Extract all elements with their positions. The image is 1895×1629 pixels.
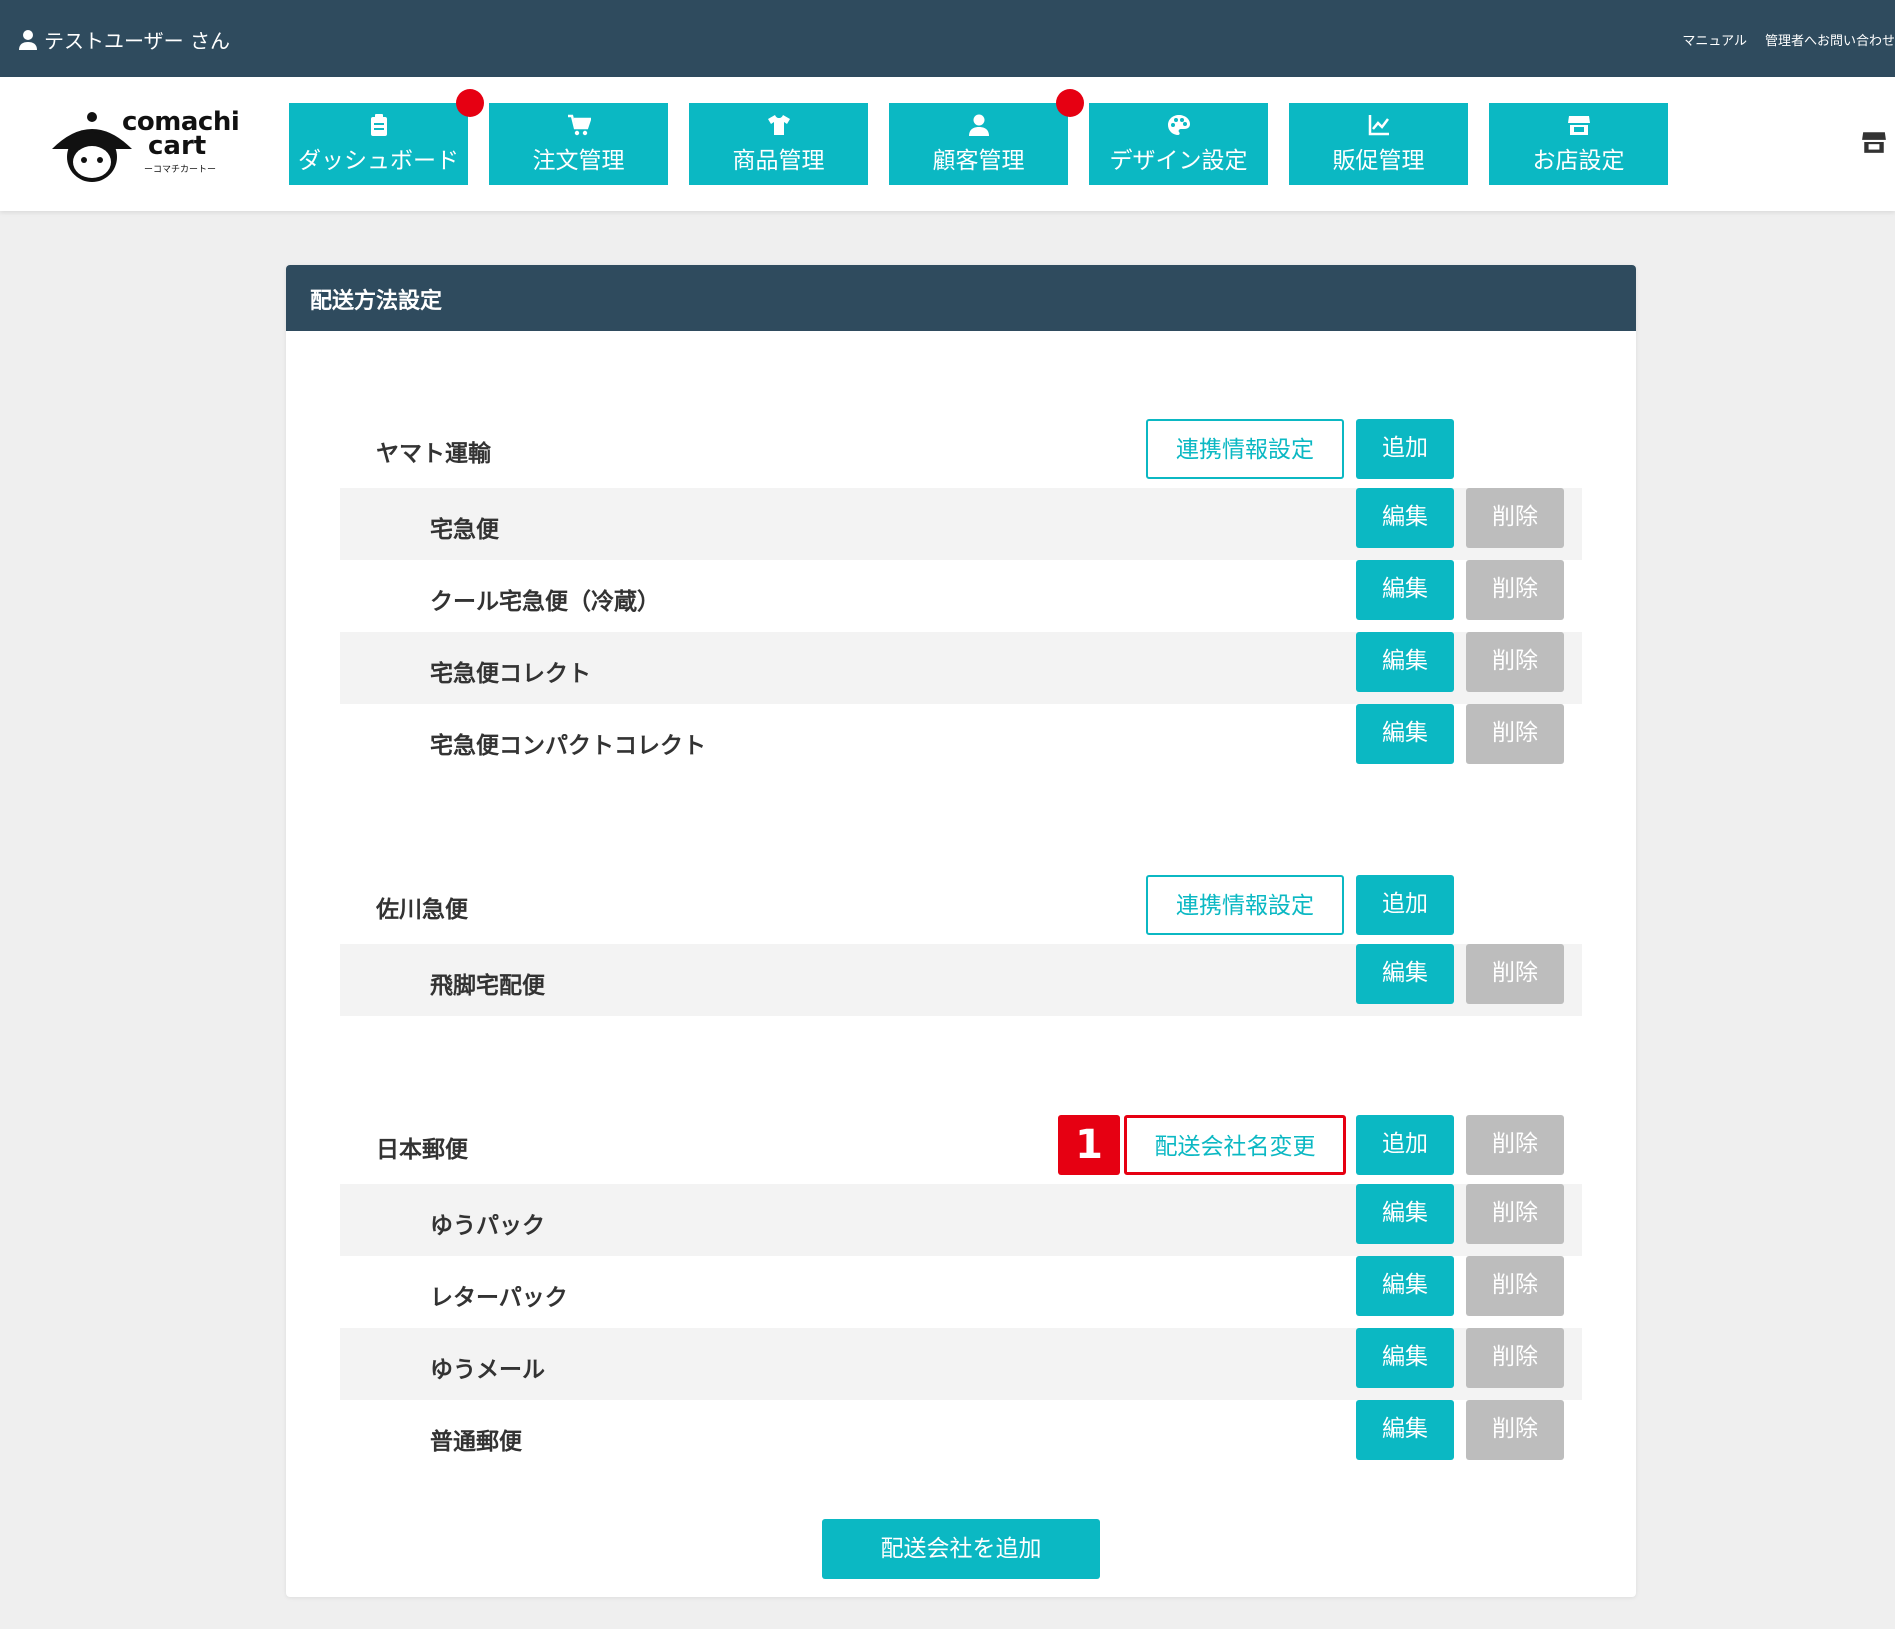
clipboard-icon — [370, 114, 387, 136]
method-name: 普通郵便 — [430, 1429, 522, 1455]
carrier-section-japan-post: 日本郵便 1 配送会社名変更 追加 削除 ゆうパック 編集 削除 レターパック … — [340, 1106, 1582, 1472]
nav-dashboard[interactable]: ダッシュボード — [289, 89, 484, 185]
top-bar: テストユーザー さん マニュアル 管理者へお問い合わせ — [0, 0, 1895, 77]
edit-button[interactable]: 編集 — [1356, 704, 1454, 764]
method-name: 宅急便コレクト — [430, 661, 591, 687]
delete-button[interactable]: 削除 — [1466, 488, 1564, 548]
method-row: ゆうパック 編集 削除 — [340, 1184, 1582, 1256]
chart-line-icon — [1368, 115, 1389, 136]
delete-button[interactable]: 削除 — [1466, 1400, 1564, 1460]
rename-carrier-button[interactable]: 配送会社名変更 — [1124, 1115, 1346, 1175]
delete-button[interactable]: 削除 — [1466, 560, 1564, 620]
method-row: 宅急便コレクト 編集 削除 — [340, 632, 1582, 704]
carrier-section-sagawa: 佐川急便 連携情報設定 追加 飛脚宅配便 編集 削除 — [340, 866, 1582, 1016]
notification-dot — [456, 89, 484, 117]
nav-label: 顧客管理 — [932, 148, 1025, 174]
step-marker: 1 — [1058, 1115, 1120, 1175]
nav-shop-settings[interactable]: お店設定 — [1489, 103, 1668, 185]
carrier-name: 日本郵便 — [376, 1137, 468, 1163]
delete-button[interactable]: 削除 — [1466, 944, 1564, 1004]
add-method-button[interactable]: 追加 — [1356, 1115, 1454, 1175]
method-name: 宅急便 — [430, 517, 499, 543]
add-method-button[interactable]: 追加 — [1356, 419, 1454, 479]
carrier-name: ヤマト運輸 — [376, 441, 491, 467]
logo[interactable]: comachi cart ーコマチカートー — [50, 107, 240, 187]
cart-icon — [567, 114, 591, 136]
method-row: 宅急便コンパクトコレクト 編集 削除 — [340, 704, 1582, 776]
nav-orders[interactable]: 注文管理 — [489, 103, 668, 185]
nav-label: 注文管理 — [532, 148, 625, 174]
carrier-section-yamato: ヤマト運輸 連携情報設定 追加 宅急便 編集 削除 クール宅急便（冷蔵） 編集 … — [340, 410, 1582, 776]
integration-settings-button[interactable]: 連携情報設定 — [1146, 875, 1344, 935]
nav-label: ダッシュボード — [298, 148, 459, 174]
delete-carrier-button[interactable]: 削除 — [1466, 1115, 1564, 1175]
edit-button[interactable]: 編集 — [1356, 1184, 1454, 1244]
user-icon — [19, 29, 37, 50]
nav-design[interactable]: デザイン設定 — [1089, 103, 1268, 185]
delete-button[interactable]: 削除 — [1466, 1256, 1564, 1316]
method-row: クール宅急便（冷蔵） 編集 削除 — [340, 560, 1582, 632]
manual-link[interactable]: マニュアル — [1682, 30, 1747, 49]
method-row: レターパック 編集 削除 — [340, 1256, 1582, 1328]
add-carrier-button[interactable]: 配送会社を追加 — [822, 1519, 1100, 1579]
shipping-settings-panel: 配送方法設定 ヤマト運輸 連携情報設定 追加 宅急便 編集 削除 クール宅急便（… — [286, 265, 1636, 1597]
delete-button[interactable]: 削除 — [1466, 704, 1564, 764]
delete-button[interactable]: 削除 — [1466, 1184, 1564, 1244]
logo-tagline: ーコマチカートー — [144, 165, 217, 175]
add-method-button[interactable]: 追加 — [1356, 875, 1454, 935]
panel-title: 配送方法設定 — [286, 265, 1636, 331]
main-nav: ダッシュボード 注文管理 商品管理 顧客管理 デザイン設定 販促管理 お店設定 — [289, 89, 1668, 185]
palette-icon — [1167, 115, 1190, 135]
method-row: 飛脚宅配便 編集 削除 — [340, 944, 1582, 1016]
method-row: 宅急便 編集 削除 — [340, 488, 1582, 560]
store-icon — [1567, 116, 1590, 135]
nav-label: 販促管理 — [1332, 148, 1425, 174]
contact-admin-link[interactable]: 管理者へお問い合わせ — [1765, 30, 1895, 49]
method-name: クール宅急便（冷蔵） — [430, 589, 660, 615]
nav-label: デザイン設定 — [1109, 148, 1248, 174]
logo-text-cart: cart — [148, 131, 207, 161]
delete-button[interactable]: 削除 — [1466, 632, 1564, 692]
tshirt-icon — [767, 115, 790, 135]
method-name: 飛脚宅配便 — [430, 973, 545, 999]
nav-promotion[interactable]: 販促管理 — [1289, 103, 1468, 185]
delete-button[interactable]: 削除 — [1466, 1328, 1564, 1388]
method-row: 普通郵便 編集 削除 — [340, 1400, 1582, 1472]
carrier-name: 佐川急便 — [376, 897, 468, 923]
method-row: ゆうメール 編集 削除 — [340, 1328, 1582, 1400]
method-name: レターパック — [430, 1285, 568, 1311]
header: comachi cart ーコマチカートー ダッシュボード 注文管理 商品管理 … — [0, 77, 1895, 211]
edit-button[interactable]: 編集 — [1356, 560, 1454, 620]
integration-settings-button[interactable]: 連携情報設定 — [1146, 419, 1344, 479]
method-name: 宅急便コンパクトコレクト — [430, 733, 706, 759]
edit-button[interactable]: 編集 — [1356, 944, 1454, 1004]
nav-label: 商品管理 — [732, 148, 825, 174]
storefront-icon[interactable] — [1861, 129, 1887, 155]
edit-button[interactable]: 編集 — [1356, 632, 1454, 692]
user-menu[interactable]: テストユーザー さん — [18, 25, 230, 54]
edit-button[interactable]: 編集 — [1356, 1328, 1454, 1388]
nav-customers[interactable]: 顧客管理 — [889, 89, 1084, 185]
notification-dot — [1056, 89, 1084, 117]
edit-button[interactable]: 編集 — [1356, 1256, 1454, 1316]
edit-button[interactable]: 編集 — [1356, 488, 1454, 548]
user-icon — [968, 114, 989, 136]
nav-label: お店設定 — [1532, 148, 1625, 174]
method-name: ゆうメール — [430, 1357, 545, 1383]
edit-button[interactable]: 編集 — [1356, 1400, 1454, 1460]
method-name: ゆうパック — [430, 1213, 545, 1239]
nav-products[interactable]: 商品管理 — [689, 103, 868, 185]
user-name: テストユーザー さん — [44, 29, 230, 53]
